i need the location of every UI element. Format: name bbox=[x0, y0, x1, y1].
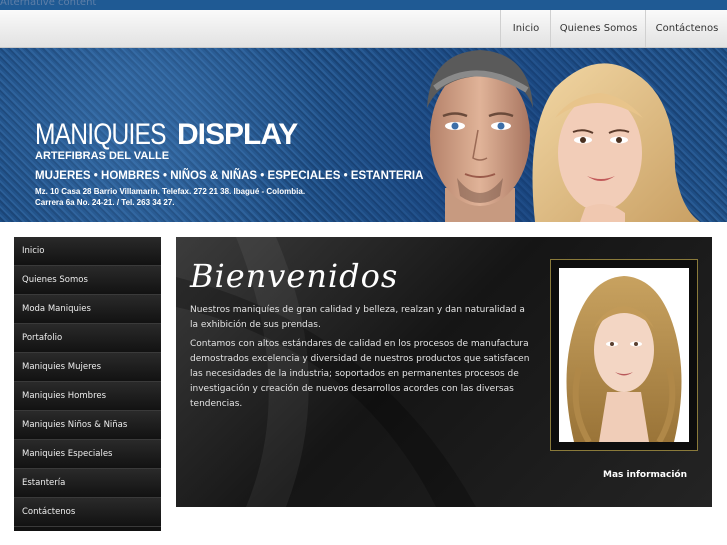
top-accent-bar bbox=[0, 0, 727, 10]
sidebar-item-maniquies-mujeres[interactable]: Maniquies Mujeres bbox=[14, 353, 161, 382]
female-mannequin-image bbox=[532, 63, 700, 222]
brand-title-bold: DISPLAY bbox=[177, 118, 298, 151]
sidebar-item-estanteria[interactable]: Estantería bbox=[14, 469, 161, 498]
sidebar-item-quienes-somos[interactable]: Quienes Somos bbox=[14, 266, 161, 295]
address-line-2: Carrera 6a No. 24-21. / Tel. 263 34 27. bbox=[35, 198, 175, 207]
nav-item-quienes-somos[interactable]: Quienes Somos bbox=[550, 10, 646, 47]
sidebar-item-maniquies-hombres[interactable]: Maniquies Hombres bbox=[14, 382, 161, 411]
address: Mz. 10 Casa 28 Barrio Villamarín. Telefa… bbox=[35, 186, 305, 208]
sidebar-item-inicio[interactable]: Inicio bbox=[14, 237, 161, 266]
more-info-link[interactable]: Mas información bbox=[603, 470, 687, 480]
blonde-mannequin-image bbox=[566, 276, 682, 442]
sidebar-menu: Inicio Quienes Somos Moda Maniquies Port… bbox=[14, 237, 161, 531]
sidebar-item-portafolio[interactable]: Portafolio bbox=[14, 324, 161, 353]
sidebar-item-moda-maniquies[interactable]: Moda Maniquies bbox=[14, 295, 161, 324]
featured-mannequin-photo bbox=[559, 268, 689, 442]
welcome-heading: Bienvenidos bbox=[190, 257, 399, 295]
header-banner: MANIQUIES DISPLAY ARTEFIBRAS DEL VALLE MU… bbox=[0, 48, 727, 222]
brand-title-thin: MANIQUIES bbox=[35, 118, 166, 151]
sidebar-item-maniquies-ninos[interactable]: Maniquies Niños & Niñas bbox=[14, 411, 161, 440]
nav-item-contactenos[interactable]: Contáctenos bbox=[645, 10, 727, 47]
intro-paragraph-1: Nuestros maniquíes de gran calidad y bel… bbox=[190, 305, 525, 330]
sidebar-item-contactenos[interactable]: Contáctenos bbox=[14, 498, 161, 527]
welcome-panel: Bienvenidos Nuestros maniquíes de gran c… bbox=[176, 237, 712, 507]
featured-photo-frame bbox=[550, 259, 698, 451]
brand-title: MANIQUIES DISPLAY bbox=[35, 118, 298, 152]
alternative-content-text: Alternative content bbox=[0, 0, 97, 8]
top-navigation: Inicio Quienes Somos Contáctenos bbox=[0, 10, 727, 48]
company-name: ARTEFIBRAS DEL VALLE bbox=[35, 150, 170, 162]
nav-item-inicio[interactable]: Inicio bbox=[500, 10, 551, 47]
sidebar-item-maniquies-especiales[interactable]: Maniquies Especiales bbox=[14, 440, 161, 469]
category-list: MUJERES • HOMBRES • NIÑOS & NIÑAS • ESPE… bbox=[35, 170, 424, 182]
address-line-1: Mz. 10 Casa 28 Barrio Villamarín. Telefa… bbox=[35, 187, 306, 196]
intro-paragraph-2: Contamos con altos estándares de calidad… bbox=[190, 339, 530, 409]
